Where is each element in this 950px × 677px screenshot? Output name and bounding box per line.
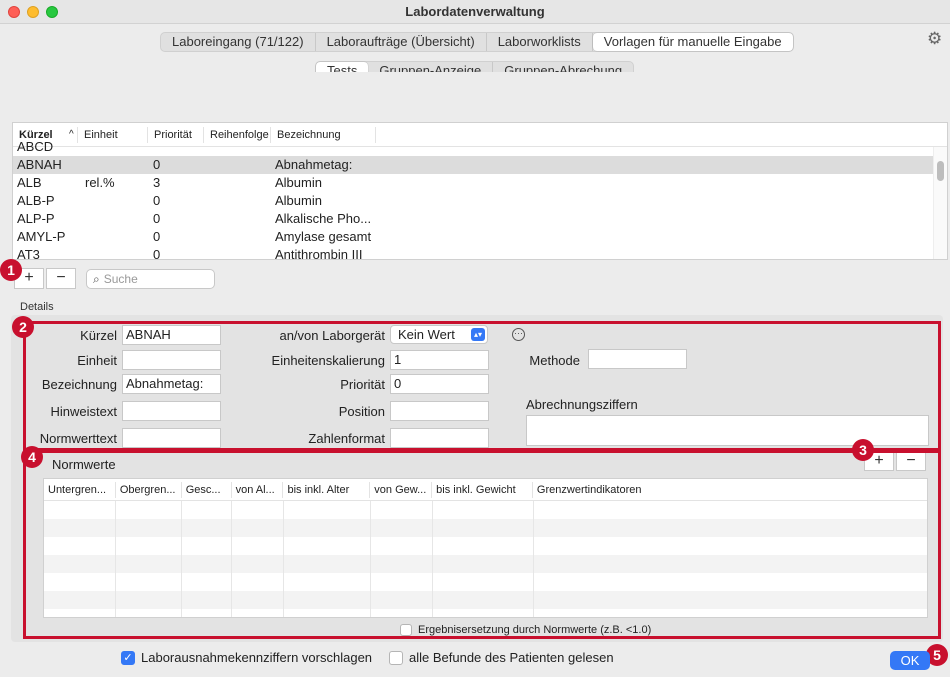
ausnahme-label: Laborausnahmekennziffern vorschlagen bbox=[141, 650, 373, 665]
remove-test-button[interactable]: − bbox=[46, 268, 76, 289]
annotation-box-2 bbox=[23, 321, 941, 451]
table-row[interactable]: AT3 0 Antithrombin III bbox=[13, 246, 947, 259]
title-bar: Labordatenverwaltung bbox=[0, 0, 950, 24]
content-area: Kürzel ^ Einheit Priorität Reihenfolge B… bbox=[0, 72, 950, 677]
search-placeholder: Suche bbox=[103, 272, 138, 286]
befunde-checkbox[interactable]: alle Befunde des Patienten gelesen bbox=[389, 651, 614, 665]
ausnahme-checkbox[interactable]: ✓ Laborausnahmekennziffern vorschlagen bbox=[121, 651, 372, 665]
tab-laborauftraege[interactable]: Laboraufträge (Übersicht) bbox=[316, 33, 487, 51]
tests-table[interactable]: Kürzel ^ Einheit Priorität Reihenfolge B… bbox=[12, 122, 948, 260]
befunde-label: alle Befunde des Patienten gelesen bbox=[409, 650, 614, 665]
toolbar: Laboreingang (71/122) Laboraufträge (Übe… bbox=[0, 24, 950, 81]
table-scrollbar[interactable] bbox=[933, 147, 947, 259]
checkmark-icon[interactable]: ✓ bbox=[121, 651, 135, 665]
details-section-label: Details bbox=[20, 301, 54, 313]
main-tab-bar: Laboreingang (71/122) Laboraufträge (Übe… bbox=[160, 32, 794, 52]
table-row[interactable]: ALB-P 0 Albumin bbox=[13, 192, 947, 210]
table-row[interactable]: AMYL-P 0 Amylase gesamt bbox=[13, 228, 947, 246]
table-row[interactable]: ALB rel.% 3 Albumin bbox=[13, 174, 947, 192]
table-row-selected[interactable]: ABNAH 0 Abnahmetag: bbox=[13, 156, 947, 174]
annotation-badge-2: 2 bbox=[12, 316, 34, 338]
table-row[interactable]: ALP-P 0 Alkalische Pho... bbox=[13, 210, 947, 228]
table-body: ABCD ABNAH 0 Abnahmetag: ALB rel.% 3 Alb… bbox=[13, 138, 947, 259]
search-input[interactable]: ⌕ Suche bbox=[86, 269, 215, 289]
annotation-badge-3: 3 bbox=[852, 439, 874, 461]
table-row[interactable]: ABCD bbox=[13, 138, 947, 156]
ok-button[interactable]: OK bbox=[890, 651, 930, 670]
annotation-badge-1: 1 bbox=[0, 259, 22, 281]
tab-laboreingang[interactable]: Laboreingang (71/122) bbox=[161, 33, 316, 51]
annotation-box-4 bbox=[23, 450, 941, 639]
scrollbar-knob[interactable] bbox=[937, 161, 944, 181]
search-icon: ⌕ bbox=[93, 272, 100, 286]
annotation-badge-4: 4 bbox=[21, 446, 43, 468]
checkbox-box[interactable] bbox=[389, 651, 403, 665]
tab-laborworklists[interactable]: Laborworklists bbox=[487, 33, 593, 51]
gear-icon[interactable]: ⚙ bbox=[927, 29, 942, 49]
window-title: Labordatenverwaltung bbox=[405, 4, 545, 19]
tab-vorlagen[interactable]: Vorlagen für manuelle Eingabe bbox=[592, 33, 793, 51]
